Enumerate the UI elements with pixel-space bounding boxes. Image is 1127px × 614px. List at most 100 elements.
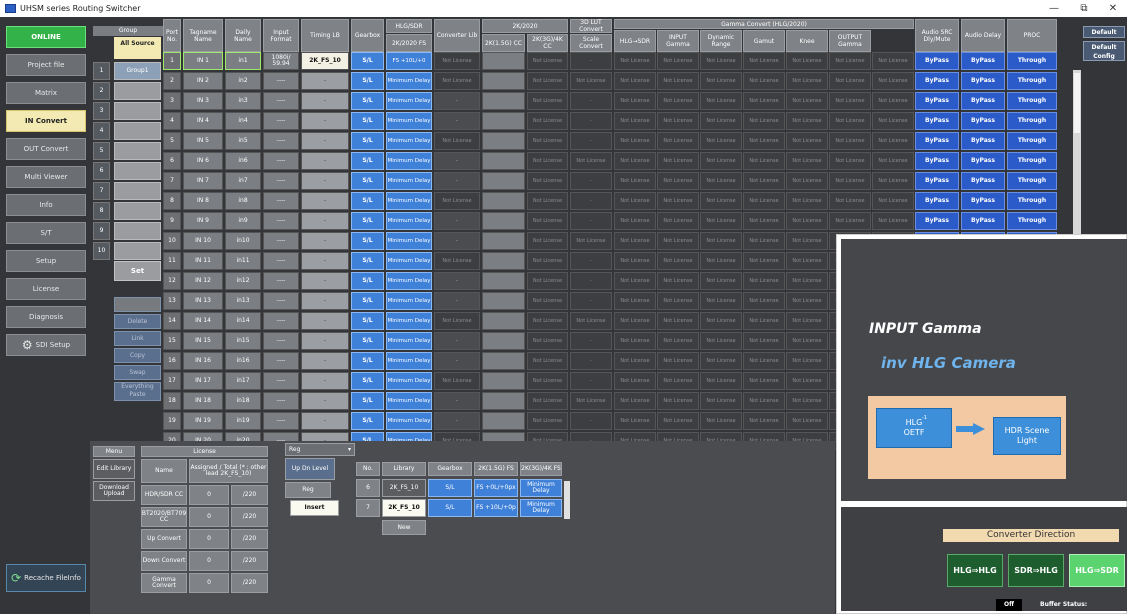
gamma-cell[interactable]: Not License — [829, 52, 871, 70]
gamma-cell[interactable]: Not License — [614, 152, 656, 170]
scale-convert-cell[interactable]: - — [570, 412, 612, 430]
converter-cell[interactable] — [482, 272, 525, 290]
gearbox-cell[interactable]: S/L — [351, 132, 384, 150]
tagname-cell[interactable]: IN 3 — [183, 92, 223, 110]
gamma-cell[interactable]: Not License — [872, 212, 914, 230]
swap-button[interactable]: Swap — [114, 365, 161, 380]
port-cell[interactable]: 13 — [163, 292, 181, 310]
gamma-cell[interactable]: Not License — [700, 412, 742, 430]
port-cell[interactable]: 16 — [163, 352, 181, 370]
gamma-cell[interactable]: Not License — [614, 352, 656, 370]
gamma-cell[interactable]: Not License — [657, 292, 699, 310]
gamma-cell[interactable]: Not License — [657, 212, 699, 230]
gamma-cell[interactable]: Not License — [872, 172, 914, 190]
tagname-cell[interactable]: IN 7 — [183, 172, 223, 190]
lib-fs-cell[interactable]: FS +10L/+0p — [474, 499, 518, 517]
port-cell[interactable]: 14 — [163, 312, 181, 330]
audio-delay-cell[interactable]: ByPass — [961, 92, 1005, 110]
audio-src-cell[interactable]: ByPass — [915, 212, 959, 230]
gamma-cell[interactable]: Not License — [743, 92, 785, 110]
daily-name-cell[interactable]: in11 — [225, 252, 261, 270]
converter-cell[interactable] — [482, 152, 525, 170]
tagname-cell[interactable]: IN 17 — [183, 372, 223, 390]
insert-button[interactable]: Insert — [290, 500, 339, 516]
converter-cell[interactable] — [482, 192, 525, 210]
tagname-cell[interactable]: IN 19 — [183, 412, 223, 430]
converter-lib-cell[interactable]: - — [434, 272, 480, 290]
converter-lib-cell[interactable]: Not License — [434, 52, 480, 70]
library-dropdown[interactable]: Reg ▾ — [285, 443, 355, 456]
download-upload-button[interactable]: Download Upload — [93, 481, 135, 501]
scale-convert-cell[interactable]: - — [570, 332, 612, 350]
gamma-cell[interactable]: Not License — [743, 112, 785, 130]
port-cell[interactable]: 10 — [163, 232, 181, 250]
scale-convert-cell[interactable]: - — [570, 192, 612, 210]
audio-src-cell[interactable]: ByPass — [915, 92, 959, 110]
gamma-cell[interactable]: Not License — [872, 132, 914, 150]
lib-name-cell[interactable]: 2K_FS_10 — [382, 479, 426, 497]
daily-name-cell[interactable]: in15 — [225, 332, 261, 350]
audio-src-cell[interactable]: ByPass — [915, 72, 959, 90]
gamma-cell[interactable]: Not License — [614, 132, 656, 150]
gamma-cell[interactable]: Not License — [786, 112, 828, 130]
timing-cell[interactable]: - — [301, 152, 349, 170]
gamma-cell[interactable]: Not License — [700, 312, 742, 330]
port-cell[interactable]: 9 — [163, 212, 181, 230]
audio-delay-cell[interactable]: ByPass — [961, 112, 1005, 130]
converter-lib-cell[interactable]: - — [434, 152, 480, 170]
group-op-blank[interactable] — [114, 297, 161, 312]
timing-cell[interactable]: - — [301, 352, 349, 370]
gamma-cell[interactable]: Not License — [743, 412, 785, 430]
gamma-cell[interactable]: Not License — [657, 132, 699, 150]
nav-info[interactable]: Info — [6, 194, 86, 216]
group-slot[interactable] — [114, 142, 161, 160]
gamma-cell[interactable]: Not License — [657, 192, 699, 210]
gamma-cell[interactable]: Not License — [743, 132, 785, 150]
gamma-cell[interactable]: Not License — [657, 252, 699, 270]
daily-name-cell[interactable]: in7 — [225, 172, 261, 190]
nav-diagnosis[interactable]: Diagnosis — [6, 306, 86, 328]
timing-cell[interactable]: - — [301, 372, 349, 390]
gamma-cell[interactable]: Not License — [786, 92, 828, 110]
port-cell[interactable]: 7 — [163, 172, 181, 190]
scale-convert-cell[interactable]: - — [570, 352, 612, 370]
daily-name-cell[interactable]: in16 — [225, 352, 261, 370]
gearbox-cell[interactable]: S/L — [351, 52, 384, 70]
daily-name-cell[interactable]: in10 — [225, 232, 261, 250]
gamma-cell[interactable]: Not License — [872, 152, 914, 170]
nav-multi-viewer[interactable]: Multi Viewer — [6, 166, 86, 188]
gamma-cell[interactable]: Not License — [700, 52, 742, 70]
converter-cell[interactable] — [482, 72, 525, 90]
fs-mode-cell[interactable]: Minimum Delay — [386, 412, 432, 430]
converter-cell[interactable] — [482, 352, 525, 370]
gamma-cell[interactable]: Not License — [743, 392, 785, 410]
scale-convert-cell[interactable]: - — [570, 372, 612, 390]
cc-15g-cell[interactable]: Not License — [527, 272, 568, 290]
lib-gearbox-cell[interactable]: S/L — [428, 479, 472, 497]
timing-cell[interactable]: - — [301, 112, 349, 130]
scrollbar-thumb[interactable] — [1074, 73, 1080, 133]
audio-src-cell[interactable]: ByPass — [915, 132, 959, 150]
daily-name-cell[interactable]: in3 — [225, 92, 261, 110]
gamma-cell[interactable]: Not License — [700, 272, 742, 290]
gamma-cell[interactable]: Not License — [700, 372, 742, 390]
gamma-cell[interactable]: Not License — [614, 192, 656, 210]
all-source-button[interactable]: All Source — [114, 37, 161, 59]
sdr-to-hlg-button[interactable]: SDR⇒HLG — [1008, 554, 1064, 587]
fs-mode-cell[interactable]: Minimum Delay — [386, 352, 432, 370]
port-cell[interactable]: 11 — [163, 252, 181, 270]
daily-name-cell[interactable]: in1 — [225, 52, 261, 70]
daily-name-cell[interactable]: in9 — [225, 212, 261, 230]
gamma-cell[interactable]: Not License — [657, 312, 699, 330]
tagname-cell[interactable]: IN 11 — [183, 252, 223, 270]
audio-src-cell[interactable]: ByPass — [915, 112, 959, 130]
converter-cell[interactable] — [482, 392, 525, 410]
timing-cell[interactable]: - — [301, 312, 349, 330]
timing-cell[interactable]: - — [301, 292, 349, 310]
scale-convert-cell[interactable]: Not License — [570, 312, 612, 330]
up-dn-level-button[interactable]: Up Dn Level — [285, 458, 335, 480]
fs-mode-cell[interactable]: Minimum Delay — [386, 132, 432, 150]
cc-15g-cell[interactable]: Not License — [527, 152, 568, 170]
gamma-cell[interactable]: Not License — [872, 192, 914, 210]
gearbox-cell[interactable]: S/L — [351, 172, 384, 190]
